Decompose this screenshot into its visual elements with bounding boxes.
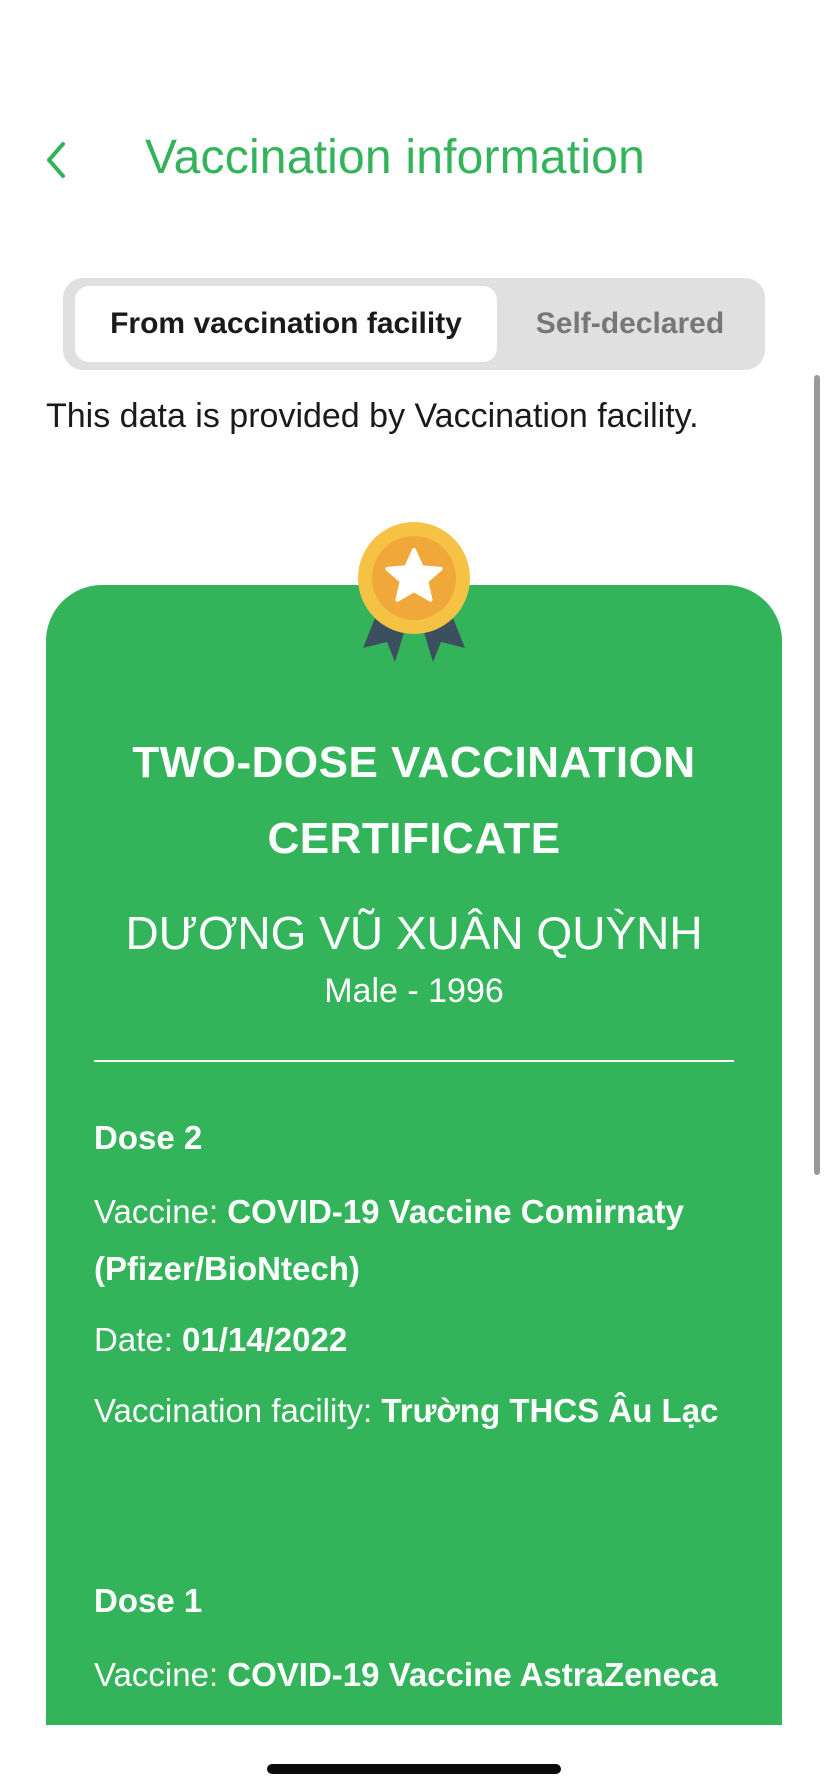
dose-heading: Dose 2 [94,1119,203,1156]
vaccination-certificate-card: TWO-DOSE VACCINATION CERTIFICATE DƯƠNG V… [46,585,782,1725]
certificate-title: TWO-DOSE VACCINATION CERTIFICATE [132,738,696,863]
dose-heading: Dose 1 [94,1582,203,1619]
tab-self-declared[interactable]: Self-declared [503,286,757,362]
facility-label: Vaccination facility: [94,1392,382,1429]
back-button[interactable] [34,132,78,188]
vaccine-label: Vaccine: [94,1193,228,1230]
holder-name: DƯƠNG VŨ XUÂN QUỲNH [125,907,703,959]
facility-value: Trường THCS Âu Lạc [381,1392,719,1429]
star-medal-icon [343,520,485,670]
chevron-left-icon [47,142,65,178]
home-indicator[interactable] [267,1764,561,1774]
dose-vaccine-row: Vaccine: COVID-19 Vaccine Comirnaty (Pfi… [94,1183,734,1297]
scrollbar[interactable] [814,375,820,1175]
dose-vaccine-row: Vaccine: COVID-19 Vaccine AstraZeneca [94,1646,734,1703]
page-title: Vaccination information [145,131,645,184]
dose-date-row: Date: 01/14/2022 [94,1311,734,1368]
dose-2-section: Dose 2 Vaccine: COVID-19 Vaccine Comirna… [94,1115,734,1453]
tab-from-vaccination-facility[interactable]: From vaccination facility [75,286,497,362]
header: Vaccination information [0,110,828,210]
data-source-note: This data is provided by Vaccination fac… [46,397,699,435]
divider [94,1060,734,1062]
date-value: 01/14/2022 [182,1321,348,1358]
date-label: Date: [94,1321,183,1358]
source-segmented-control: From vaccination facility Self-declared [63,278,765,370]
dose-1-section: Dose 1 Vaccine: COVID-19 Vaccine AstraZe… [94,1578,734,1717]
dose-facility-row: Vaccination facility: Trường THCS Âu Lạc [94,1382,734,1439]
vaccine-value: COVID-19 Vaccine AstraZeneca [227,1656,718,1693]
holder-gender-birth-year: Male - 1996 [324,972,504,1010]
vaccine-label: Vaccine: [94,1656,228,1693]
